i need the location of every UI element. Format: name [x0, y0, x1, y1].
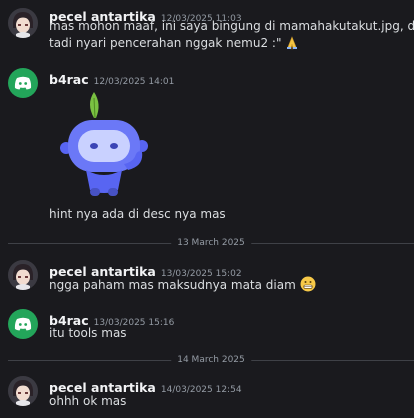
discord-mascot-sticker-icon[interactable]: [58, 88, 154, 198]
anime-avatar-icon: [8, 376, 38, 406]
avatar-b4rac[interactable]: [8, 68, 38, 98]
date-divider-label: 14 March 2025: [171, 355, 251, 365]
date-divider: 14 March 2025: [8, 355, 414, 365]
avatar-b4rac[interactable]: [8, 309, 38, 339]
avatar-pecel[interactable]: [8, 8, 38, 38]
message-text: ohhh ok mas: [49, 394, 127, 408]
message-header: b4rac 12/03/2025 14:01: [49, 69, 174, 88]
pray-emoji-icon: [285, 36, 299, 55]
date-divider-label: 13 March 2025: [171, 238, 251, 248]
discord-logo-icon: [14, 317, 32, 331]
timestamp: 12/03/2025 14:01: [93, 77, 175, 87]
message-text-row: ngga paham mas maksudnya mata diam: [49, 276, 316, 297]
message-text-line-1: mas mohon maaf, ini saya bingung di mama…: [49, 19, 414, 33]
message-text-line-2: tadi nyari pencerahan nggak nemu2 :": [49, 35, 299, 55]
message-text: itu tools mas: [49, 326, 127, 340]
grimacing-emoji-icon: [300, 276, 316, 297]
message-text: hint nya ada di desc nya mas: [49, 207, 226, 221]
date-divider: 13 March 2025: [8, 238, 414, 248]
timestamp: 14/03/2025 12:54: [160, 385, 242, 395]
discord-logo-icon: [14, 76, 32, 90]
avatar-pecel[interactable]: [8, 260, 38, 290]
anime-avatar-icon: [8, 260, 38, 290]
message-text-line-2-content: tadi nyari pencerahan nggak nemu2 :": [49, 36, 282, 50]
avatar-pecel[interactable]: [8, 376, 38, 406]
anime-avatar-icon: [8, 8, 38, 38]
message-text: ngga paham mas maksudnya mata diam: [49, 278, 296, 292]
username[interactable]: b4rac: [49, 72, 89, 87]
